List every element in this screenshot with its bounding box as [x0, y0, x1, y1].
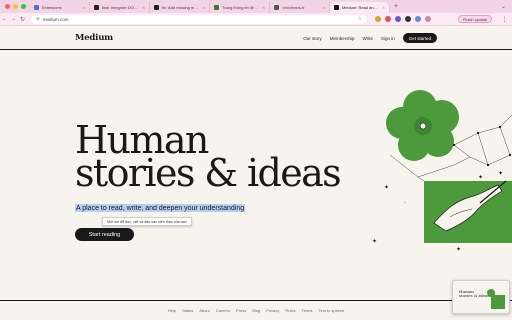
extension-icon[interactable] [375, 16, 381, 22]
tab-label: feat: Integrate DOMPurify for [102, 5, 140, 10]
tab-close-icon[interactable]: × [323, 5, 325, 10]
browser-tab[interactable]: Extensions × [30, 2, 90, 13]
tab-close-icon[interactable]: × [263, 5, 265, 10]
browser-tab[interactable]: feat: Integrate DOMPurify for× [90, 2, 150, 13]
tab-label: <rich/trans-fr [282, 5, 305, 10]
browser-tab-bar: Extensions×feat: Integrate DOMPurify for… [0, 0, 512, 13]
tab-favicon-icon [274, 5, 279, 10]
footer-link-privacy[interactable]: Privacy [266, 308, 279, 313]
tab-label: fix: Add missing meta charset [162, 5, 200, 10]
reload-icon[interactable]: ↻ [18, 16, 27, 23]
site-nav: Our story Membership Write Sign in Get s… [303, 33, 437, 43]
tab-favicon-icon [214, 5, 219, 10]
url-text: medium.com [42, 16, 69, 22]
profile-avatar[interactable] [425, 16, 431, 22]
browser-tab[interactable]: Trang thông tin liên lạc của hải× [210, 2, 270, 13]
tab-favicon-icon [334, 5, 339, 10]
footer-link-press[interactable]: Press [236, 308, 246, 313]
nav-membership[interactable]: Membership [330, 36, 355, 41]
footer-link-status[interactable]: Status [182, 308, 193, 313]
svg-text:✦: ✦ [456, 246, 461, 253]
back-arrow-icon[interactable]: ← [0, 16, 9, 22]
extension-icon[interactable] [405, 16, 411, 22]
extension-icon[interactable] [385, 16, 391, 22]
address-bar[interactable]: ⊜ medium.com ☆ [31, 14, 367, 24]
bookmark-star-icon[interactable]: ☆ [358, 16, 362, 22]
hero-title: Human stories & ideas [75, 121, 342, 192]
footer-link-text-to-speech[interactable]: Text to speech [318, 308, 344, 313]
extension-icon[interactable] [395, 16, 401, 22]
footer-link-careers[interactable]: Careers [216, 308, 230, 313]
more-menu-icon[interactable]: ⋮ [500, 16, 509, 23]
nav-sign-in[interactable]: Sign in [381, 36, 395, 41]
tab-label: Extensions [42, 5, 62, 10]
site-header: Medium Our story Membership Write Sign i… [0, 27, 512, 50]
footer-link-blog[interactable]: Blog [252, 308, 260, 313]
svg-text:✦: ✦ [478, 174, 483, 181]
tab-favicon-icon [34, 5, 39, 10]
footer-link-about[interactable]: About [199, 308, 209, 313]
screenshot-preview-thumbnail[interactable]: Human stories & ideas [452, 280, 510, 314]
finish-update-button[interactable]: Finish update [457, 15, 492, 23]
minimize-window-icon[interactable] [13, 4, 18, 9]
browser-toolbar: ← → ↻ ⊜ medium.com ☆ Finish update ⋮ [0, 13, 512, 26]
hero-tagline: A place to read, write, and deepen your … [76, 204, 245, 212]
tab-close-icon[interactable]: × [143, 5, 145, 10]
new-tab-button[interactable]: + [390, 3, 398, 10]
tab-favicon-icon [94, 5, 99, 10]
translation-tooltip: Một nơi để đọc, viết và đào sâu kiến thứ… [102, 217, 192, 226]
tab-label: Trang thông tin liên lạc của hải [222, 5, 260, 10]
site-info-icon[interactable]: ⊜ [36, 16, 40, 22]
tab-list-chevron-icon[interactable]: ⌄ [501, 3, 506, 10]
tab-label: Medium: Read and write stories [342, 5, 380, 10]
extension-icons [375, 16, 431, 22]
hero-title-line2: stories & ideas [75, 151, 342, 195]
forward-arrow-icon[interactable]: → [9, 16, 18, 22]
site-footer: Help Status About Careers Press Blog Pri… [0, 300, 512, 320]
svg-text:✦: ✦ [498, 170, 503, 177]
browser-tab[interactable]: Medium: Read and write stories× [330, 2, 390, 13]
nav-write[interactable]: Write [363, 36, 373, 41]
flower-icon [386, 90, 459, 161]
get-started-button[interactable]: Get started [402, 33, 437, 43]
close-window-icon[interactable] [5, 4, 10, 9]
puzzle-extensions-icon[interactable] [415, 16, 421, 22]
svg-text:✦: ✦ [372, 238, 377, 245]
nav-our-story[interactable]: Our story [303, 36, 322, 41]
start-reading-button[interactable]: Start reading [75, 228, 134, 241]
hero-illustration: ✦ ✦ ✦ ✦ ✦ · [372, 90, 512, 253]
hand-writing-icon [424, 180, 512, 243]
browser-tab[interactable]: fix: Add missing meta charset× [150, 2, 210, 13]
svg-text:·: · [404, 200, 406, 207]
preview-title: Human stories & ideas [459, 290, 489, 298]
medium-logo[interactable]: Medium [75, 33, 113, 43]
footer-link-rules[interactable]: Rules [285, 308, 295, 313]
tagline-selection: A place to read, write, and deepen your … [75, 204, 246, 212]
tab-close-icon[interactable]: × [203, 5, 205, 10]
preview-title-line2: stories & ideas [459, 293, 490, 298]
preview-illustration [491, 295, 505, 309]
maximize-window-icon[interactable] [21, 4, 26, 9]
window-controls [0, 4, 30, 9]
browser-tab[interactable]: <rich/trans-fr × [270, 2, 330, 13]
svg-text:✦: ✦ [384, 184, 389, 191]
footer-link-help[interactable]: Help [168, 308, 176, 313]
tab-favicon-icon [154, 5, 159, 10]
footer-link-terms[interactable]: Terms [302, 308, 313, 313]
tab-close-icon[interactable]: × [83, 5, 85, 10]
tab-close-icon[interactable]: × [383, 5, 385, 10]
